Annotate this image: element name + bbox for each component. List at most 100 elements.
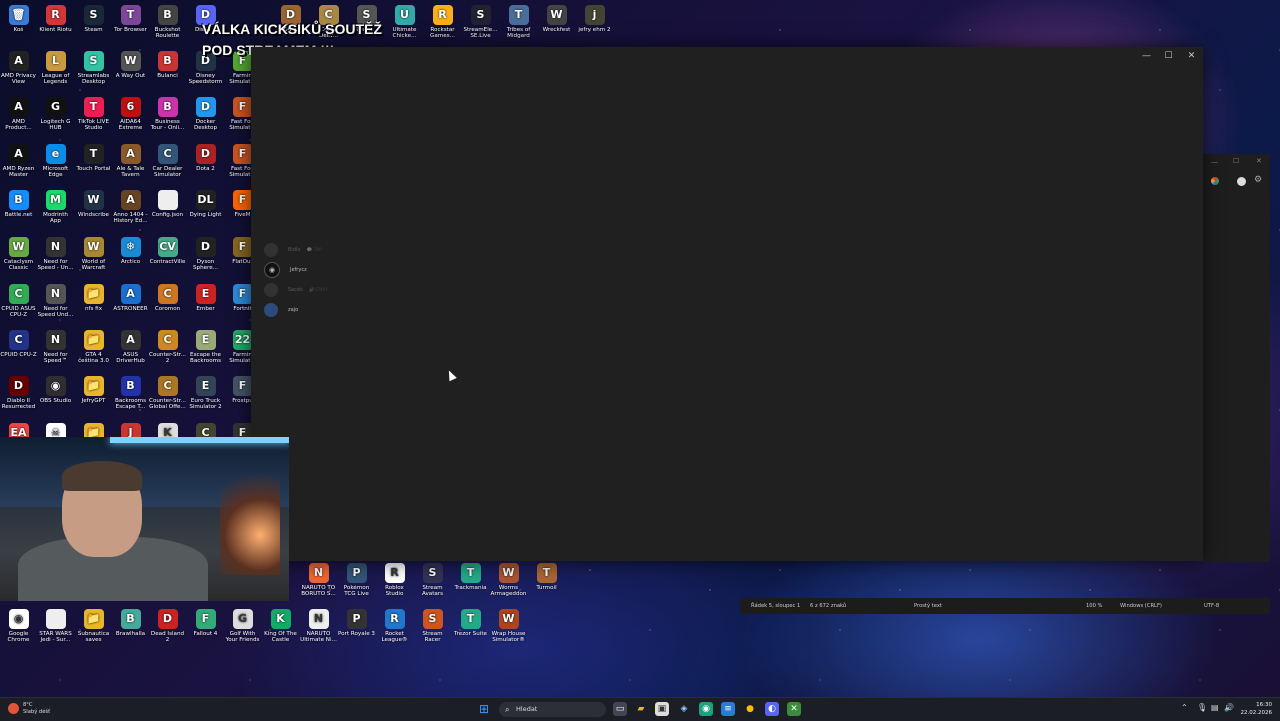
line-endings[interactable]: Windows (CRLF) xyxy=(1120,603,1162,609)
desktop-icon[interactable]: B Backrooms Escape T... xyxy=(112,376,149,411)
encoding[interactable]: UTF-8 xyxy=(1204,603,1219,609)
desktop-icon[interactable]: T TikTok LIVE Studio xyxy=(75,97,112,132)
desktop-icon[interactable]: N Need for Speed™ Mo... xyxy=(37,330,74,365)
store-icon[interactable]: ▣ xyxy=(655,702,669,716)
desktop-icon[interactable]: E Escape the Backrooms xyxy=(187,330,224,365)
desktop-icon[interactable]: E Ember xyxy=(187,284,224,312)
desktop-icon[interactable]: G Logitech G HUB xyxy=(37,97,74,132)
member-row[interactable]: Sacek 🔊 ENVY xyxy=(264,283,328,297)
desktop-icon[interactable]: B Business Tour - Onli... xyxy=(149,97,186,132)
zoom-level[interactable]: 100 % xyxy=(1086,603,1102,609)
desktop-icon[interactable]: P Pokémon TCG Live xyxy=(338,563,375,598)
desktop-icon[interactable]: R Roblox Studio xyxy=(376,563,413,598)
desktop-icon[interactable]: 6 AIDA64 Extreme xyxy=(112,97,149,132)
desktop-icon[interactable]: D Dyson Sphere... xyxy=(187,237,224,272)
desktop-icon[interactable]: S Steam xyxy=(75,5,112,33)
desktop-icon[interactable]: A AMD Privacy View xyxy=(0,51,37,86)
window-max-icon[interactable]: ☐ xyxy=(1233,157,1239,165)
desktop-icon[interactable]: A AMD Product... xyxy=(0,97,37,132)
desktop-icon[interactable]: E Euro Truck Simulator 2 xyxy=(187,376,224,411)
desktop-icon[interactable]: STAR WARS Jedi - Sur... xyxy=(37,609,74,644)
desktop-icon[interactable]: R Rocket League® xyxy=(376,609,413,644)
desktop-icon[interactable]: N Need for Speed Und... xyxy=(37,284,74,319)
desktop-icon[interactable]: W Worms Armageddon xyxy=(490,563,527,598)
desktop-icon[interactable]: S Stream Avatars xyxy=(414,563,451,598)
desktop-icon[interactable]: N NARUTO TO BORUTO S... xyxy=(300,563,337,598)
desktop-icon[interactable]: G Golf With Your Friends xyxy=(224,609,261,644)
desktop-icon[interactable]: 📁 Subnautica saves xyxy=(75,609,112,644)
desktop-icon[interactable]: S Stream Racer xyxy=(414,609,451,644)
volume-icon[interactable]: 🔊 xyxy=(1224,703,1234,712)
desktop-icon[interactable]: C Counter-Str... Global Offe... xyxy=(149,376,186,411)
desktop-icon[interactable]: P Port Royale 3 xyxy=(338,609,375,637)
notepad-icon[interactable]: ≡ xyxy=(721,702,735,716)
text-format[interactable]: Prostý text xyxy=(914,603,942,609)
desktop-icon[interactable]: C CPUID CPU-Z xyxy=(0,330,37,358)
desktop-icon[interactable]: W Cataclysm Classic xyxy=(0,237,37,272)
close-icon[interactable]: ✕ xyxy=(1180,47,1203,65)
app-x-icon[interactable]: ✕ xyxy=(787,702,801,716)
desktop-icon[interactable]: C Coromon xyxy=(149,284,186,312)
desktop-icon[interactable]: R Klient Riotu xyxy=(37,5,74,33)
clock[interactable]: 16:30 22.02.2026 xyxy=(1234,701,1273,717)
colorful-app-icon[interactable] xyxy=(1211,177,1219,185)
desktop-icon[interactable]: 🗑 Koš xyxy=(0,5,37,33)
window-min-icon[interactable]: — xyxy=(1211,158,1218,166)
desktop-icon[interactable]: DL Dying Light xyxy=(187,190,224,218)
desktop-icon[interactable]: F Fallout 4 xyxy=(187,609,224,637)
desktop-icon[interactable]: D Diablo II Resurrected xyxy=(0,376,37,411)
minimize-icon[interactable]: — xyxy=(1135,47,1158,65)
desktop-icon[interactable]: W A Way Out xyxy=(112,51,149,79)
desktop-icon[interactable]: D Docker Desktop xyxy=(187,97,224,132)
search-box[interactable]: ⌕ Hledat xyxy=(499,702,606,717)
maximize-icon[interactable]: ☐ xyxy=(1157,47,1180,65)
desktop-icon[interactable]: T Tor Browser xyxy=(112,5,149,33)
desktop-icon[interactable]: W Wrap House Simulator® xyxy=(490,609,527,644)
desktop-icon[interactable]: T Trackmania xyxy=(452,563,489,591)
desktop-icon[interactable]: W World of Warcraft xyxy=(75,237,112,272)
tray-chevron-icon[interactable]: ⌃ xyxy=(1181,703,1188,712)
window-close-icon[interactable]: ✕ xyxy=(1256,157,1262,165)
background-window[interactable]: — ☐ ✕ ⚙ xyxy=(1203,154,1270,562)
desktop-icon[interactable]: C Counter-Str... 2 xyxy=(149,330,186,365)
desktop-icon[interactable]: j jefry ehm 2 xyxy=(576,5,613,33)
discord-icon[interactable]: ◐ xyxy=(765,702,779,716)
member-row[interactable]: ◉ Jefrycz xyxy=(264,262,307,278)
desktop-icon[interactable]: S Streamlabs Desktop xyxy=(75,51,112,86)
member-row[interactable]: zajo xyxy=(264,303,298,317)
desktop-icon[interactable]: R Rockstar Games... xyxy=(424,5,461,40)
desktop-icon[interactable]: B Buckshot Roulette xyxy=(149,5,186,40)
settings-gear-icon[interactable]: ⚙ xyxy=(1254,175,1262,185)
desktop-icon[interactable]: M Modrinth App xyxy=(37,190,74,225)
desktop-icon[interactable]: e Microsoft Edge xyxy=(37,144,74,179)
desktop-icon[interactable]: L League of Legends xyxy=(37,51,74,86)
desktop-icon[interactable]: CV ContractVille xyxy=(149,237,186,265)
desktop-icon[interactable]: B Brawlhalla xyxy=(112,609,149,637)
desktop-icon[interactable]: N Need for Speed - Un... xyxy=(37,237,74,272)
desktop-icon[interactable]: ◉ OBS Studio xyxy=(37,376,74,404)
desktop-icon[interactable]: A Anno 1404 - History Ed... xyxy=(112,190,149,225)
desktop-icon[interactable]: S StreamEle... SE.Live xyxy=(462,5,499,40)
app-green-icon[interactable]: ◉ xyxy=(699,702,713,716)
desktop-icon[interactable]: Config.json xyxy=(149,190,186,218)
desktop-icon[interactable]: W Wreckfest xyxy=(538,5,575,33)
desktop-icon[interactable]: N NARUTO Ultimate Ni... xyxy=(300,609,337,644)
desktop-icon[interactable]: K King Of The Castle xyxy=(262,609,299,644)
desktop-icon[interactable]: T Touch Portal xyxy=(75,144,112,172)
desktop-icon[interactable]: B Bulanci xyxy=(149,51,186,79)
desktop-icon[interactable]: A Ale & Tale Tavern xyxy=(112,144,149,179)
desktop-icon[interactable]: B Battle.net xyxy=(0,190,37,218)
desktop-icon[interactable]: U Ultimate Chicke... xyxy=(386,5,423,40)
desktop-icon[interactable]: C CPUID ASUS CPU-Z xyxy=(0,284,37,319)
main-window[interactable]: — ☐ ✕ Bidlo 💬 TAP ◉ Jefrycz Sacek 🔊 ENVY zajo xyxy=(251,47,1203,561)
desktop-icon[interactable]: T Tribes of Midgard xyxy=(500,5,537,40)
desktop-icon[interactable]: A ASTRONEER xyxy=(112,284,149,312)
start-icon[interactable]: ⊞ xyxy=(477,702,491,716)
desktop-icon[interactable]: A ASUS DriverHub xyxy=(112,330,149,365)
desktop-icon[interactable]: T Turmoil xyxy=(528,563,565,591)
desktop-icon[interactable]: D Dead Island 2 xyxy=(149,609,186,644)
desktop-icon[interactable]: T Trezor Suite xyxy=(452,609,489,637)
desktop-icon[interactable]: ◉ Google Chrome xyxy=(0,609,37,644)
steam-icon[interactable]: ◈ xyxy=(677,702,691,716)
mic-icon[interactable]: 🎙 xyxy=(1197,703,1207,712)
